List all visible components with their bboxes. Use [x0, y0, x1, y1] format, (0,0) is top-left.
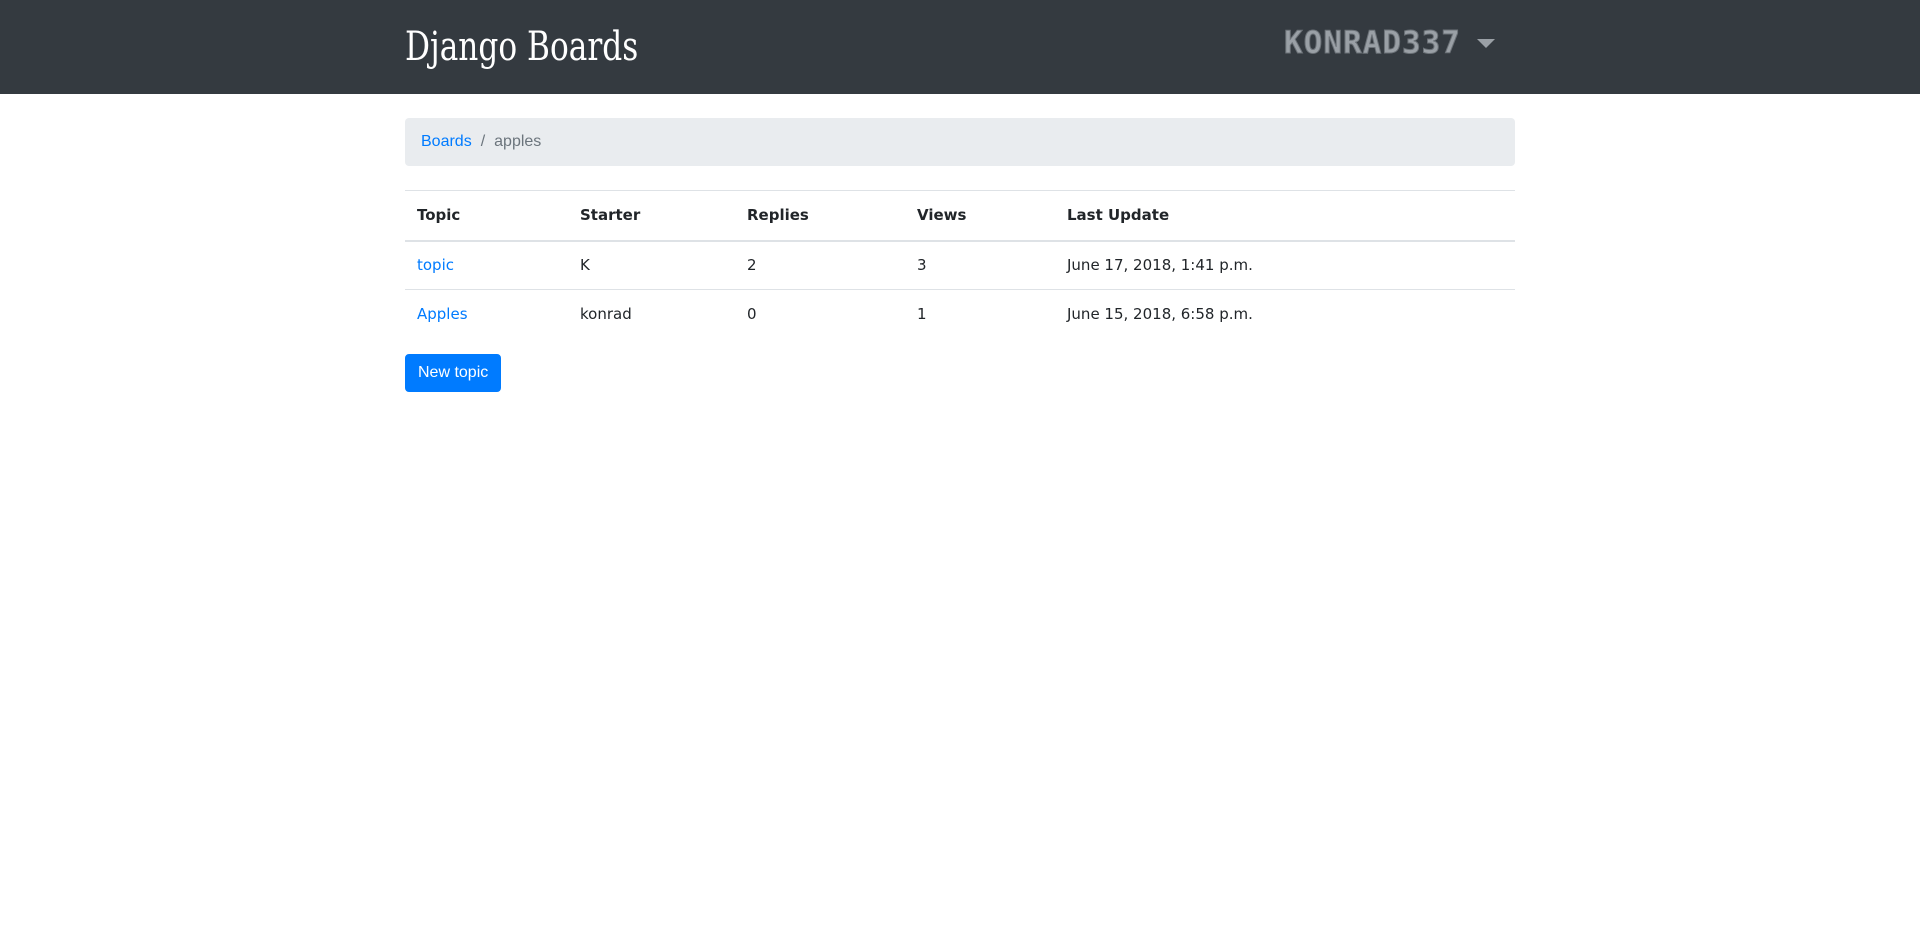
header-views: Views: [905, 190, 1055, 242]
table-body: topic K 2 3 June 17, 2018, 1:41 p.m. App…: [405, 240, 1515, 339]
username: KONRAD337: [1284, 25, 1461, 62]
new-topic-button[interactable]: New topic: [405, 354, 502, 392]
topics-table: Topic Starter Replies Views Last Update …: [405, 190, 1515, 339]
breadcrumb: Boards / apples: [405, 118, 1515, 166]
header-starter: Starter: [568, 190, 735, 242]
cell-last-update: June 15, 2018, 6:58 p.m.: [1067, 305, 1253, 324]
cell-replies: 0: [747, 305, 757, 324]
topic-link[interactable]: topic: [417, 256, 454, 274]
table-header-row: Topic Starter Replies Views Last Update: [405, 190, 1515, 242]
navbar: Django Boards KONRAD337: [0, 0, 1920, 94]
breadcrumb-current: apples: [494, 133, 542, 150]
cell-last-update: June 17, 2018, 1:41 p.m.: [1055, 240, 1515, 290]
header-topic: Topic: [405, 190, 568, 242]
caret-down-icon: [1476, 38, 1495, 48]
brand-link[interactable]: Django Boards: [405, 18, 638, 76]
table-row: topic K 2 3 June 17, 2018, 1:41 p.m.: [405, 240, 1515, 290]
cell-starter: konrad: [580, 305, 632, 324]
header-last-update: Last Update: [1055, 190, 1515, 242]
table-row: Apples konrad 0 1 June 15, 2018, 6:58 p.…: [405, 290, 1515, 339]
cell-topic: topic: [405, 240, 568, 290]
cell-views: 1: [917, 305, 927, 324]
cell-starter: K: [568, 240, 735, 290]
table-header: Topic Starter Replies Views Last Update: [405, 190, 1515, 242]
header-replies: Replies: [735, 190, 905, 242]
cell-views: 3: [905, 240, 1055, 290]
cell-topic: Apples: [405, 290, 568, 339]
cell-replies: 2: [735, 240, 905, 290]
user-menu-toggle[interactable]: KONRAD337: [1284, 20, 1495, 66]
breadcrumb-separator: /: [480, 133, 486, 150]
topic-link[interactable]: Apples: [417, 305, 468, 323]
breadcrumb-boards-link[interactable]: Boards: [421, 133, 472, 151]
